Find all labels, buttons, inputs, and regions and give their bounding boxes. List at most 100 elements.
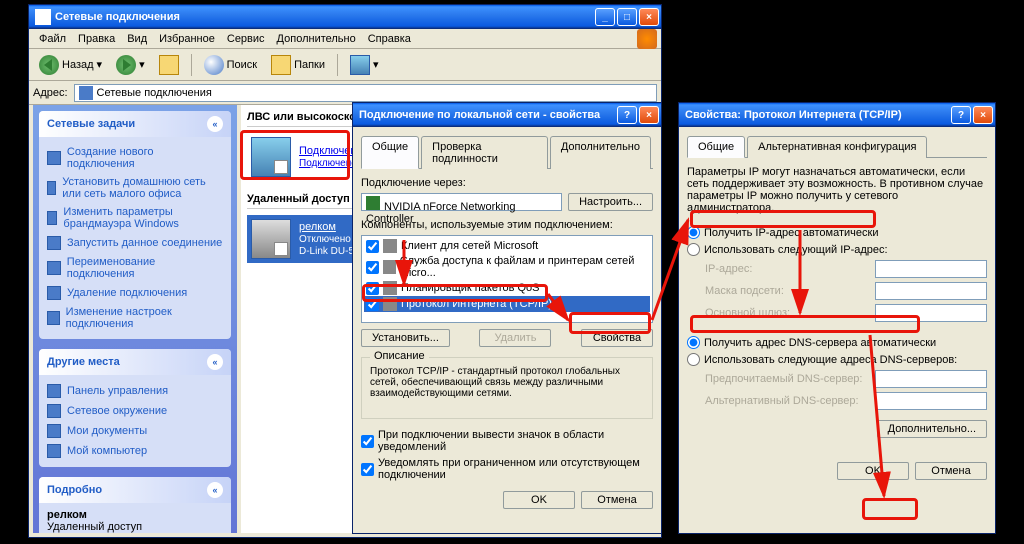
- dialog2-titlebar[interactable]: Свойства: Протокол Интернета (TCP/IP) ? …: [679, 103, 995, 127]
- subnet-mask-field: [875, 282, 987, 300]
- menu-view[interactable]: Вид: [121, 31, 153, 47]
- dns-auto-radio[interactable]: [687, 336, 700, 349]
- dialog1-ok-button[interactable]: OK: [503, 491, 575, 509]
- menu-help[interactable]: Справка: [362, 31, 417, 47]
- limited-checkbox-row[interactable]: Уведомлять при ограниченном или отсутств…: [361, 455, 653, 483]
- dialog2-tabs: Общие Альтернативная конфигурация: [687, 135, 987, 158]
- service-icon: [383, 260, 396, 274]
- network-tasks-header[interactable]: Сетевые задачи«: [39, 111, 231, 137]
- folder-up-icon: [159, 55, 179, 75]
- dialog1-titlebar[interactable]: Подключение по локальной сети - свойства…: [353, 103, 661, 127]
- qos-icon: [383, 281, 397, 295]
- menu-favorites[interactable]: Избранное: [153, 31, 221, 47]
- ip-manual-radio-row[interactable]: Использовать следующий IP-адрес:: [687, 241, 987, 258]
- firewall-icon: [47, 211, 57, 225]
- task-start-connection[interactable]: Запустить данное соединение: [47, 233, 223, 253]
- tab-general[interactable]: Общие: [687, 136, 745, 158]
- component-checkbox[interactable]: [366, 298, 379, 311]
- search-icon: [204, 55, 224, 75]
- details-header[interactable]: Подробно«: [39, 477, 231, 503]
- advanced-button[interactable]: Дополнительно...: [877, 420, 987, 438]
- up-button[interactable]: [153, 52, 185, 78]
- lan-connection-status: Подключено: [299, 158, 357, 169]
- toolbar: Назад ▾ ▾ Поиск Папки ▾: [29, 49, 661, 81]
- documents-icon: [47, 424, 61, 438]
- search-button[interactable]: Поиск: [198, 52, 263, 78]
- tcpip-info-text: Параметры IP могут назначаться автоматич…: [687, 166, 987, 214]
- place-control-panel[interactable]: Панель управления: [47, 381, 223, 401]
- ip-manual-radio[interactable]: [687, 243, 700, 256]
- back-button[interactable]: Назад ▾: [33, 52, 108, 78]
- place-network-neighborhood[interactable]: Сетевое окружение: [47, 401, 223, 421]
- dns-manual-radio[interactable]: [687, 353, 700, 366]
- properties-button[interactable]: Свойства: [581, 329, 653, 347]
- place-my-computer[interactable]: Мой компьютер: [47, 441, 223, 461]
- folders-button[interactable]: Папки: [265, 52, 331, 78]
- tab-advanced[interactable]: Дополнительно: [550, 136, 651, 169]
- menubar: Файл Правка Вид Избранное Сервис Дополни…: [29, 29, 661, 49]
- dns-auto-radio-row[interactable]: Получить адрес DNS-сервера автоматически: [687, 334, 987, 351]
- configure-button[interactable]: Настроить...: [568, 193, 653, 211]
- task-change-settings[interactable]: Изменение настроек подключения: [47, 303, 223, 333]
- dialog2-cancel-button[interactable]: Отмена: [915, 462, 987, 480]
- components-listbox[interactable]: Клиент для сетей Microsoft Служба доступ…: [361, 235, 653, 323]
- ip-auto-radio[interactable]: [687, 226, 700, 239]
- component-fileshare[interactable]: Служба доступа к файлам и принтерам сете…: [364, 254, 650, 280]
- place-my-documents[interactable]: Мои документы: [47, 421, 223, 441]
- dialog1-help-button[interactable]: ?: [617, 106, 637, 124]
- menu-edit[interactable]: Правка: [72, 31, 121, 47]
- details-name: релком: [47, 509, 223, 521]
- dialog2-ok-button[interactable]: OK: [837, 462, 909, 480]
- tab-general[interactable]: Общие: [361, 136, 419, 169]
- dialup-connection-name: релком: [299, 221, 336, 233]
- dialog2-close-button[interactable]: ×: [973, 106, 993, 124]
- task-delete-connection[interactable]: Удаление подключения: [47, 283, 223, 303]
- maximize-button[interactable]: □: [617, 8, 637, 26]
- uninstall-button[interactable]: Удалить: [479, 329, 551, 347]
- dns-manual-radio-row[interactable]: Использовать следующие адреса DNS-сервер…: [687, 351, 987, 368]
- component-checkbox[interactable]: [366, 240, 379, 253]
- limited-checkbox[interactable]: [361, 463, 374, 476]
- notify-checkbox-row[interactable]: При подключении вывести значок в области…: [361, 427, 653, 455]
- lan-connection-icon: [251, 137, 291, 177]
- component-qos[interactable]: Планировщик пакетов QoS: [364, 280, 650, 296]
- side-panel: Сетевые задачи« Создание нового подключе…: [33, 105, 237, 533]
- close-button[interactable]: ×: [639, 8, 659, 26]
- address-field[interactable]: Сетевые подключения: [74, 84, 657, 102]
- cpl-icon: [47, 384, 61, 398]
- tab-authentication[interactable]: Проверка подлинности: [421, 136, 548, 169]
- forward-icon: [116, 55, 136, 75]
- menu-tools[interactable]: Сервис: [221, 31, 271, 47]
- notify-checkbox[interactable]: [361, 435, 374, 448]
- titlebar[interactable]: Сетевые подключения _ □ ×: [29, 5, 661, 29]
- gateway-label: Основной шлюз:: [705, 307, 875, 319]
- forward-button[interactable]: ▾: [110, 52, 151, 78]
- dns-alternate-field: [875, 392, 987, 410]
- component-client[interactable]: Клиент для сетей Microsoft: [364, 238, 650, 254]
- components-label: Компоненты, используемые этим подключени…: [361, 219, 653, 231]
- task-setup-home-network[interactable]: Установить домашнюю сеть или сеть малого…: [47, 173, 223, 203]
- details-group: Подробно« релком Удаленный доступ: [39, 477, 231, 533]
- component-checkbox[interactable]: [366, 282, 379, 295]
- menu-file[interactable]: Файл: [33, 31, 72, 47]
- component-tcpip[interactable]: Протокол Интернета (TCP/IP): [364, 296, 650, 312]
- task-firewall-settings[interactable]: Изменить параметры брандмауэра Windows: [47, 203, 223, 233]
- component-checkbox[interactable]: [366, 261, 379, 274]
- ip-auto-radio-row[interactable]: Получить IP-адрес автоматически: [687, 224, 987, 241]
- menu-advanced[interactable]: Дополнительно: [271, 31, 362, 47]
- other-places-header[interactable]: Другие места«: [39, 349, 231, 375]
- dialog2-help-button[interactable]: ?: [951, 106, 971, 124]
- dialog1-cancel-button[interactable]: Отмена: [581, 491, 653, 509]
- task-rename-connection[interactable]: Переименование подключения: [47, 253, 223, 283]
- install-button[interactable]: Установить...: [361, 329, 450, 347]
- delete-icon: [47, 286, 61, 300]
- dialog2-title: Свойства: Протокол Интернета (TCP/IP): [685, 109, 951, 121]
- tab-alternate[interactable]: Альтернативная конфигурация: [747, 136, 927, 158]
- minimize-button[interactable]: _: [595, 8, 615, 26]
- details-type: Удаленный доступ: [47, 521, 223, 533]
- dialog1-close-button[interactable]: ×: [639, 106, 659, 124]
- views-button[interactable]: ▾: [344, 52, 385, 78]
- window-title: Сетевые подключения: [55, 11, 595, 23]
- network-tasks-group: Сетевые задачи« Создание нового подключе…: [39, 111, 231, 339]
- task-create-connection[interactable]: Создание нового подключения: [47, 143, 223, 173]
